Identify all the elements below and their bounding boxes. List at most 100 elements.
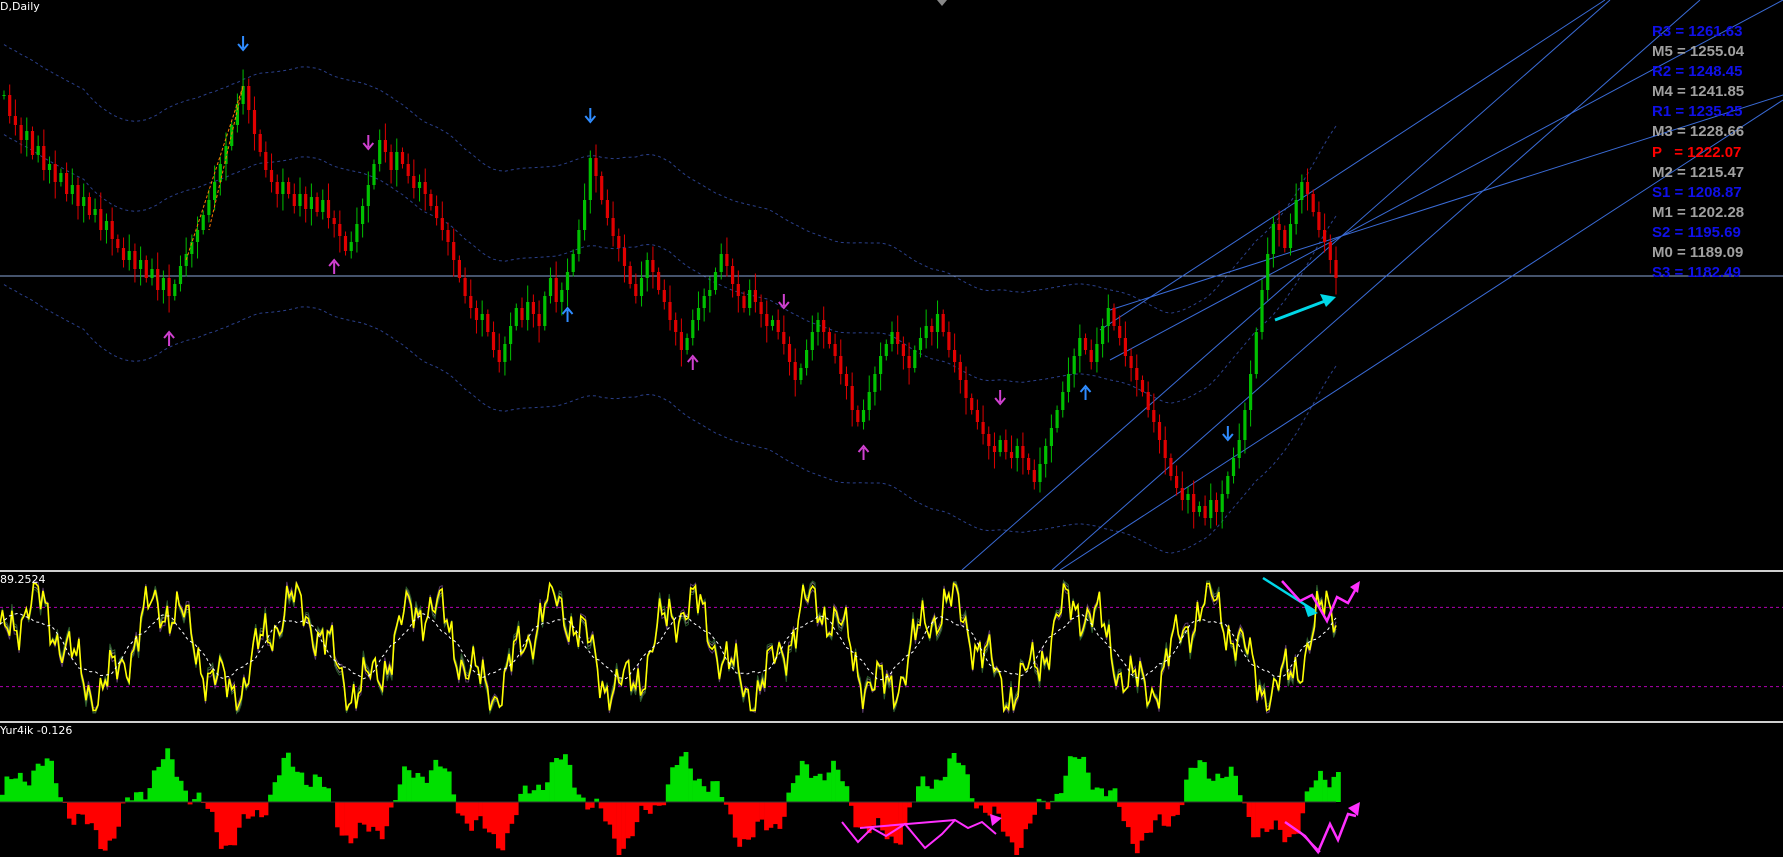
price-pane[interactable]: D,Daily R3 = 1261.63 M5 = 1255.04 R2 = 124…: [0, 0, 1783, 570]
histogram-bar: [1300, 802, 1306, 814]
candle-body: [150, 269, 154, 278]
histogram-bar: [1313, 780, 1319, 802]
candle-body: [1243, 410, 1247, 440]
candle-body: [361, 206, 365, 224]
histogram-bar: [1059, 793, 1064, 802]
candle-body: [1175, 476, 1179, 488]
candle-body: [121, 248, 126, 260]
oscillator-pane[interactable]: 89.2524: [0, 573, 1783, 720]
candle-body: [378, 140, 382, 164]
histogram-bar: [1005, 802, 1011, 837]
histogram-bar: [26, 785, 32, 802]
histogram-bar: [831, 760, 836, 802]
histogram-bar: [612, 802, 617, 839]
candle-body: [406, 164, 410, 176]
histogram-bar: [482, 802, 488, 829]
histogram-bar: [1130, 802, 1136, 844]
histogram-bar: [1184, 779, 1189, 802]
histogram-chart[interactable]: [0, 724, 1783, 857]
histogram-bar: [983, 802, 988, 813]
histogram-bar: [1210, 780, 1216, 802]
histogram-bar: [504, 802, 510, 834]
histogram-bar: [4, 776, 10, 802]
histogram-bar: [335, 802, 340, 828]
histogram-bar: [1193, 767, 1198, 802]
pane-separator-2[interactable]: [0, 721, 1783, 723]
histogram-bar: [862, 802, 868, 827]
histogram-bar: [817, 773, 823, 802]
histogram-bar: [491, 802, 497, 835]
candle-body: [1095, 344, 1099, 362]
histogram-bar: [89, 802, 95, 824]
histogram-bar: [1148, 802, 1154, 833]
candle-body: [770, 320, 775, 326]
histogram-bar: [719, 797, 725, 802]
histogram-bar: [527, 793, 533, 802]
histogram-bar: [665, 784, 671, 802]
histogram-bar: [223, 802, 229, 846]
candle-body: [167, 278, 171, 296]
candle-body: [628, 266, 632, 284]
candle-body: [560, 290, 564, 302]
histogram-bar: [643, 802, 649, 810]
histogram-bar: [902, 802, 908, 824]
histogram-bar: [947, 758, 953, 802]
candle-body: [497, 350, 501, 362]
histogram-bar: [1286, 802, 1292, 838]
pivot-level: S3 = 1182.49: [1652, 264, 1741, 282]
candle-body: [1015, 446, 1019, 458]
oscillator-chart[interactable]: [0, 573, 1783, 720]
histogram-bar: [965, 774, 970, 802]
candle-body: [258, 134, 262, 152]
pane-separator-1[interactable]: [0, 570, 1783, 572]
candle-body: [651, 260, 655, 272]
histogram-bar: [76, 802, 81, 814]
histogram-pane[interactable]: Yur4ik -0.126: [0, 724, 1783, 857]
candle-body: [218, 164, 222, 182]
histogram-bar: [1032, 802, 1037, 815]
histogram-bar: [683, 752, 689, 802]
candle-body: [674, 320, 678, 332]
histogram-bar: [536, 784, 541, 802]
histogram-bar: [151, 770, 157, 802]
histogram-bar: [840, 781, 845, 802]
histogram-bar: [1103, 796, 1109, 802]
histogram-bar: [93, 802, 99, 831]
scroll-marker-icon[interactable]: [937, 0, 947, 6]
candle-body: [93, 209, 97, 215]
histogram-bar: [773, 802, 778, 825]
candle-body: [1220, 494, 1224, 512]
histogram-bar: [835, 769, 841, 802]
histogram-bar: [585, 802, 591, 810]
candle-body: [639, 278, 644, 296]
candle-body: [36, 146, 40, 155]
histogram-bar: [290, 766, 296, 802]
candle-body: [935, 314, 940, 332]
envelope-upper: [3, 44, 1337, 314]
histogram-bar: [531, 790, 537, 802]
candle-body: [332, 218, 336, 224]
candle-body: [657, 272, 661, 290]
candle-body: [1214, 500, 1219, 512]
histogram-bar: [227, 802, 233, 846]
histogram-bar: [1322, 779, 1328, 802]
histogram-bar: [554, 758, 559, 802]
histogram-bar: [268, 794, 273, 802]
candle-body: [446, 230, 450, 242]
candle-body: [1283, 230, 1287, 248]
candle-body: [264, 152, 268, 170]
histogram-bar: [799, 760, 805, 802]
histogram-bar: [370, 802, 376, 827]
histogram-bar: [893, 802, 899, 844]
candle-body: [719, 254, 723, 272]
histogram-bar: [960, 765, 966, 802]
histogram-bar: [478, 802, 483, 817]
candle-body: [213, 182, 217, 200]
candle-body: [600, 176, 604, 200]
candle-body: [309, 197, 313, 209]
histogram-bar: [1237, 795, 1243, 802]
histogram-bar: [1206, 778, 1212, 802]
price-chart[interactable]: [0, 0, 1783, 570]
candle-body: [753, 290, 757, 302]
histogram-bar: [236, 802, 242, 828]
